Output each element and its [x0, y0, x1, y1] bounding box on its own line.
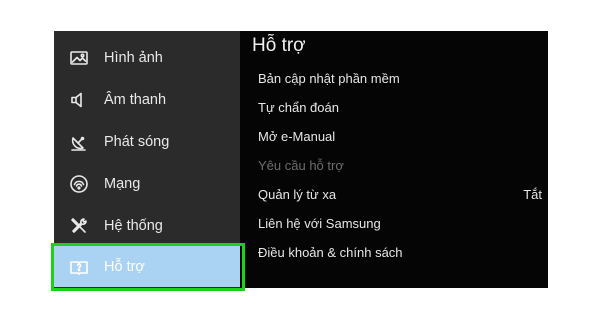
- menu-item-label: Mở e-Manual: [258, 128, 336, 144]
- menu-item-label: Bản cập nhật phần mềm: [258, 70, 400, 86]
- remote-management-status: Tắt: [523, 186, 542, 202]
- sidebar-item-broadcast[interactable]: Phát sóng: [54, 121, 240, 162]
- menu-item-remote-management[interactable]: Quản lý từ xa Tắt: [258, 182, 542, 206]
- tv-screen: Hình ảnh Âm thanh Phát sóng Mạng Hệ thốn…: [54, 31, 548, 288]
- page-title: Hỗ trợ: [252, 35, 306, 56]
- sidebar-item-label: Hình ảnh: [104, 49, 163, 66]
- tools-icon: [68, 215, 90, 237]
- sidebar-item-label: Hệ thống: [104, 217, 163, 234]
- sidebar-item-system[interactable]: Hệ thống: [54, 205, 240, 246]
- menu-item-self-diagnosis[interactable]: Tự chẩn đoán: [258, 95, 542, 119]
- sidebar-item-label: Âm thanh: [104, 91, 167, 108]
- menu-item-request-support: Yêu cầu hỗ trợ: [258, 153, 542, 177]
- sidebar-item-picture[interactable]: Hình ảnh: [54, 37, 240, 78]
- menu-item-label: Quản lý từ xa: [258, 186, 337, 202]
- speaker-icon: [68, 89, 90, 111]
- menu-item-label: Yêu cầu hỗ trợ: [258, 157, 344, 173]
- menu-item-terms-policy[interactable]: Điều khoản & chính sách: [258, 240, 542, 264]
- sidebar-item-label: Mạng: [104, 175, 141, 192]
- satellite-dish-icon: [68, 131, 90, 153]
- menu-item-label: Liên hệ với Samsung: [258, 215, 381, 231]
- menu-item-open-emanual[interactable]: Mở e-Manual: [258, 124, 542, 148]
- menu-item-label: Điều khoản & chính sách: [258, 244, 403, 260]
- sidebar-item-sound[interactable]: Âm thanh: [54, 79, 240, 120]
- settings-sidebar: Hình ảnh Âm thanh Phát sóng Mạng Hệ thốn…: [54, 31, 240, 288]
- support-book-icon: [68, 256, 90, 278]
- sidebar-item-label: Phát sóng: [104, 133, 170, 150]
- sidebar-item-network[interactable]: Mạng: [54, 163, 240, 204]
- menu-item-software-update[interactable]: Bản cập nhật phần mềm: [258, 66, 542, 90]
- menu-item-label: Tự chẩn đoán: [258, 99, 339, 115]
- menu-item-contact-samsung[interactable]: Liên hệ với Samsung: [258, 211, 542, 235]
- picture-icon: [68, 47, 90, 69]
- sidebar-item-support[interactable]: Hỗ trợ: [54, 246, 240, 287]
- support-panel: Hỗ trợ Bản cập nhật phần mềm Tự chẩn đoá…: [240, 31, 548, 288]
- sidebar-item-label: Hỗ trợ: [104, 258, 145, 275]
- network-icon: [68, 173, 90, 195]
